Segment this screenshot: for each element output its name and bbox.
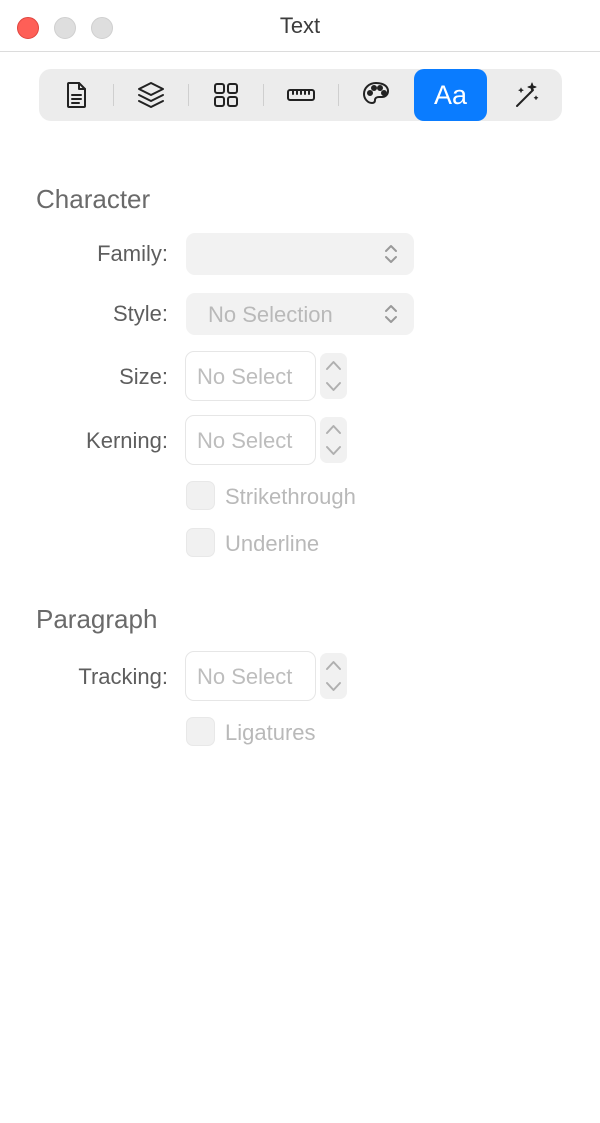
character-section-title: Character bbox=[36, 184, 151, 214]
size-label: Size: bbox=[119, 364, 168, 389]
tab-ruler[interactable] bbox=[264, 69, 337, 121]
underline-label: Underline bbox=[225, 531, 320, 556]
underline-checkbox[interactable] bbox=[186, 528, 215, 557]
chevron-down-icon bbox=[326, 446, 341, 455]
magic-wand-icon bbox=[515, 82, 538, 107]
chevron-up-icon bbox=[326, 425, 341, 434]
tab-document[interactable] bbox=[39, 69, 112, 121]
title-bar: Text bbox=[0, 0, 600, 52]
tab-palette[interactable] bbox=[339, 69, 412, 121]
ligatures-label: Ligatures bbox=[225, 720, 316, 745]
kerning-field[interactable]: No Select bbox=[185, 415, 316, 465]
strikethrough-label: Strikethrough bbox=[225, 484, 356, 509]
strikethrough-checkbox[interactable] bbox=[186, 481, 215, 510]
size-field[interactable]: No Select bbox=[185, 351, 316, 401]
chevron-up-icon bbox=[326, 661, 341, 670]
chevron-up-down-icon bbox=[385, 245, 397, 263]
ruler-icon bbox=[286, 89, 315, 101]
tab-layers[interactable] bbox=[114, 69, 187, 121]
chevron-down-icon bbox=[326, 382, 341, 391]
size-stepper[interactable] bbox=[320, 353, 347, 399]
tab-effects[interactable] bbox=[489, 69, 562, 121]
style-label: Style: bbox=[112, 301, 168, 326]
inspector-toolbar: Aa bbox=[39, 69, 562, 121]
kerning-label: Kerning: bbox=[86, 428, 168, 453]
tracking-value: No Select bbox=[197, 664, 293, 689]
tab-grid[interactable] bbox=[189, 69, 262, 121]
tracking-stepper[interactable] bbox=[320, 653, 347, 699]
chevron-up-down-icon bbox=[385, 305, 397, 323]
tab-text-label: Aa bbox=[433, 79, 468, 110]
window-title: Text bbox=[279, 13, 321, 38]
style-popup[interactable]: No Selection bbox=[186, 293, 414, 335]
chevron-up-icon bbox=[326, 361, 341, 370]
tracking-field[interactable]: No Select bbox=[185, 651, 316, 701]
paragraph-section-title: Paragraph bbox=[36, 604, 158, 634]
family-label: Family: bbox=[97, 241, 168, 266]
family-popup[interactable] bbox=[186, 233, 414, 275]
size-value: No Select bbox=[197, 364, 293, 389]
kerning-value: No Select bbox=[197, 428, 293, 453]
ligatures-checkbox[interactable] bbox=[186, 717, 215, 746]
document-icon bbox=[66, 82, 86, 108]
tracking-label: Tracking: bbox=[78, 664, 168, 689]
palette-icon bbox=[362, 82, 389, 104]
layers-icon bbox=[137, 82, 164, 108]
kerning-stepper[interactable] bbox=[320, 417, 347, 463]
style-value: No Selection bbox=[208, 302, 333, 327]
grid-icon bbox=[213, 83, 238, 107]
chevron-down-icon bbox=[326, 682, 341, 691]
tab-text[interactable]: Aa bbox=[414, 69, 487, 121]
